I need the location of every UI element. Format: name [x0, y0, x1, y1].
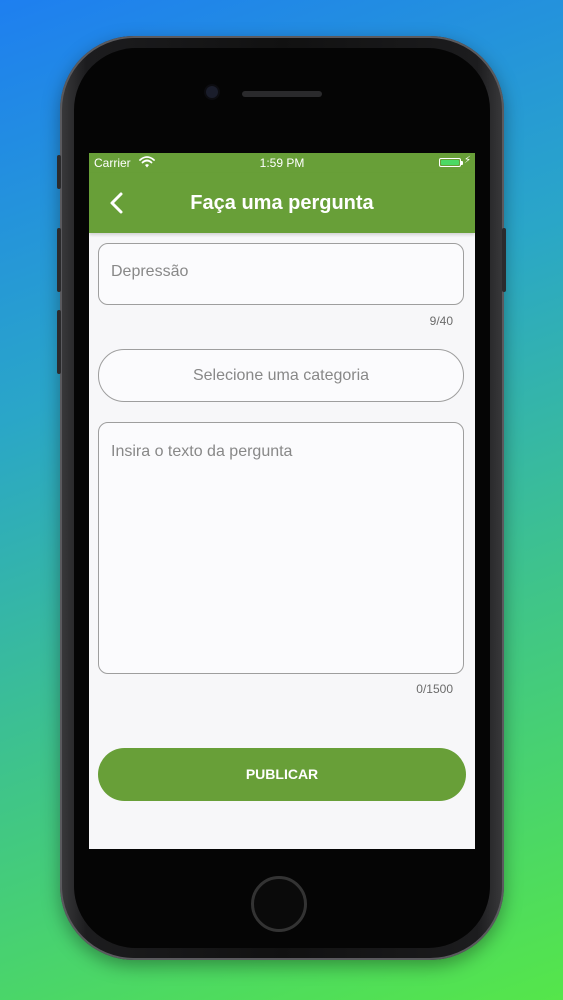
category-select[interactable]: Selecione uma categoria — [98, 349, 464, 402]
volume-up-button — [57, 228, 61, 292]
publish-button[interactable]: PUBLICAR — [98, 748, 466, 801]
battery-cap — [461, 161, 463, 165]
category-placeholder: Selecione uma categoria — [192, 367, 370, 384]
app-screen: Carrier 1:59 PM ⚡ Faça uma pergunta Depr… — [89, 153, 475, 849]
earpiece-speaker — [242, 91, 322, 97]
page-title: Faça uma pergunta — [190, 192, 374, 214]
status-bar: Carrier 1:59 PM ⚡ — [89, 153, 475, 173]
question-title-input[interactable]: Depressão — [98, 243, 464, 305]
charging-bolt-icon: ⚡ — [463, 155, 471, 166]
status-time: 1:59 PM — [259, 156, 305, 170]
power-button — [502, 228, 506, 292]
battery-fill — [441, 160, 459, 165]
front-camera — [206, 86, 218, 98]
nav-bar: Faça uma pergunta — [89, 173, 475, 233]
question-title-value: Depressão — [111, 263, 189, 280]
question-body-input[interactable]: Insira o texto da pergunta — [98, 422, 464, 674]
title-char-counter: 9/40 — [429, 314, 453, 328]
battery-icon — [439, 158, 463, 167]
body-char-counter: 0/1500 — [416, 682, 453, 696]
volume-down-button — [57, 310, 61, 374]
mute-switch — [57, 155, 61, 189]
home-button[interactable] — [251, 876, 307, 932]
question-body-placeholder: Insira o texto da pergunta — [111, 443, 293, 460]
